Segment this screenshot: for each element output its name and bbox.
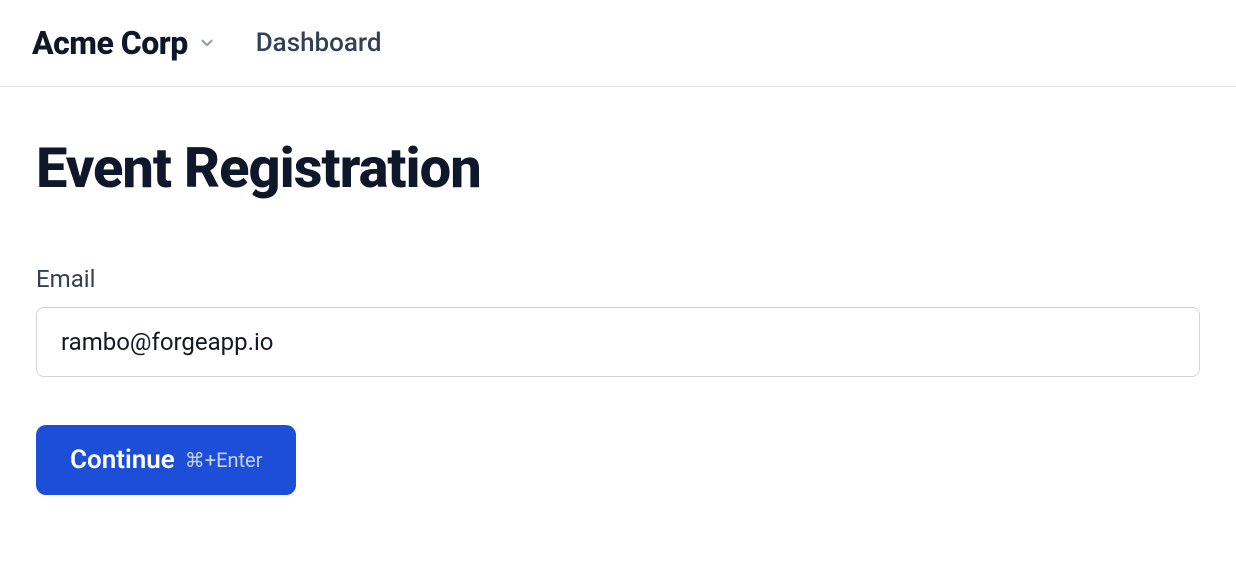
continue-button-label: Continue — [70, 445, 175, 475]
email-label: Email — [36, 265, 1200, 293]
email-input[interactable] — [36, 307, 1200, 377]
nav-dashboard[interactable]: Dashboard — [256, 28, 382, 58]
continue-button[interactable]: Continue ⌘+Enter — [36, 425, 296, 495]
continue-button-hint: ⌘+Enter — [185, 448, 263, 472]
org-selector[interactable]: Acme Corp — [32, 24, 216, 62]
org-name: Acme Corp — [32, 24, 188, 62]
chevron-down-icon — [198, 34, 216, 52]
page-title: Event Registration — [36, 135, 1200, 201]
email-form-group: Email — [36, 265, 1200, 377]
main-content: Event Registration Email Continue ⌘+Ente… — [0, 87, 1236, 543]
topbar: Acme Corp Dashboard — [0, 0, 1236, 87]
